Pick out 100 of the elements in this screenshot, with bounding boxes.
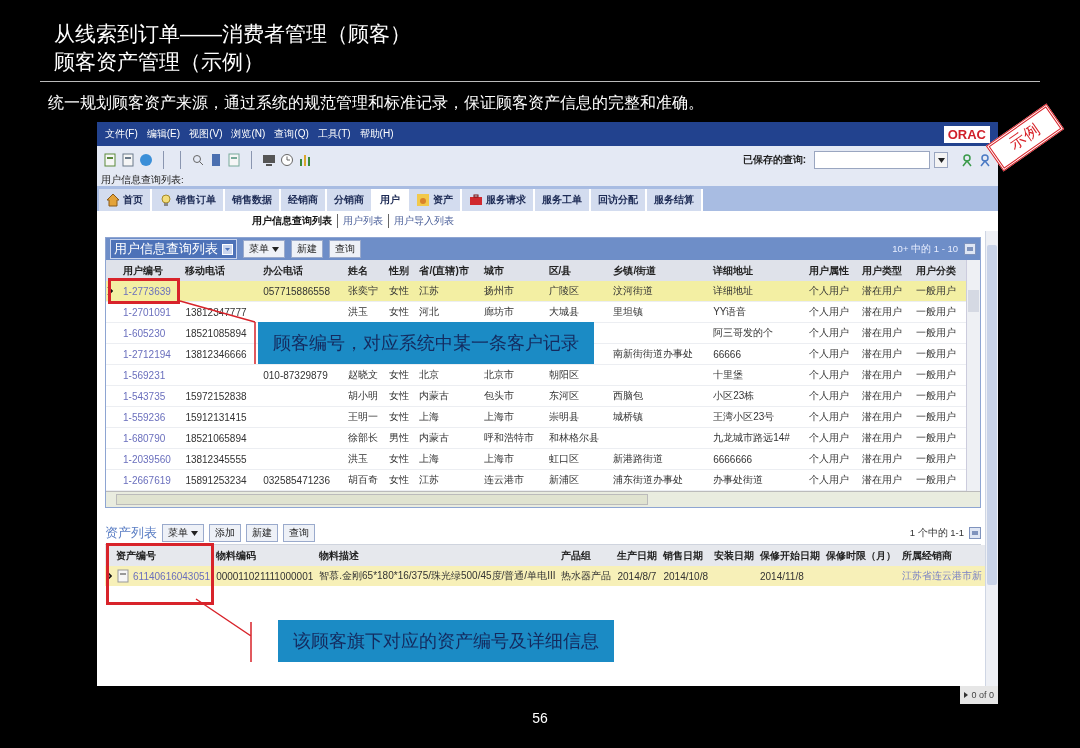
- toolbar-button[interactable]: 查询: [329, 240, 361, 258]
- globe-icon[interactable]: [139, 153, 153, 167]
- table-row[interactable]: 1-543735 15972152838 胡小明 女性 内蒙古 包头市 东河区 西脑包 小区23栋 个人用户 潜在用户 一般用户: [106, 385, 966, 407]
- column-header[interactable]: 所属经销商: [899, 545, 985, 566]
- horizontal-scrollbar[interactable]: [106, 491, 980, 507]
- person-icon[interactable]: [960, 153, 974, 167]
- record-link[interactable]: 1-2701091: [123, 306, 171, 318]
- menu-item[interactable]: 浏览(N): [231, 127, 266, 141]
- menu-item[interactable]: 编辑(E): [146, 127, 181, 141]
- dropdown-button[interactable]: [934, 152, 948, 168]
- view-link[interactable]: 用户导入列表: [388, 214, 459, 228]
- toolbar-button[interactable]: 查询: [283, 524, 315, 542]
- column-header[interactable]: 产品组: [558, 545, 615, 566]
- menu-button[interactable]: 菜单: [162, 524, 204, 542]
- column-header[interactable]: 办公电话: [260, 260, 345, 281]
- column-header[interactable]: 安装日期: [711, 545, 757, 566]
- record-link[interactable]: 1-2773639: [123, 285, 171, 297]
- dropdown-icon[interactable]: [222, 243, 233, 255]
- pager[interactable]: 0 of 0: [960, 686, 998, 704]
- tab[interactable]: 销售订单: [152, 189, 225, 211]
- document-icon[interactable]: [227, 153, 241, 167]
- column-header[interactable]: 移动电话: [182, 260, 261, 281]
- table-cell: 15891253234: [182, 469, 261, 491]
- export-icon[interactable]: [964, 243, 976, 255]
- column-header[interactable]: 保修时限（月）: [823, 545, 899, 566]
- record-link[interactable]: 1-2712194: [123, 348, 171, 360]
- table-row[interactable]: 1-559236 15912131415 王明一 女性 上海 上海市 崇明县 城桥镇 王湾小区23号 个人用户 潜在用户 一般用户: [106, 406, 966, 428]
- record-link[interactable]: 1-2667619: [123, 474, 171, 486]
- tab[interactable]: 资产: [409, 189, 462, 211]
- record-link[interactable]: 1-569231: [123, 369, 166, 381]
- table-cell: 潜在用户: [859, 406, 913, 428]
- toolbar-button[interactable]: 添加: [209, 524, 241, 542]
- person-icon[interactable]: [978, 153, 992, 167]
- bar-chart-icon[interactable]: [298, 153, 312, 167]
- table-cell: 河北: [416, 301, 481, 323]
- table-cell: 十里堡: [710, 364, 806, 386]
- record-link[interactable]: 1-2039560: [123, 453, 171, 465]
- column-header[interactable]: 城市: [480, 260, 546, 281]
- column-header[interactable]: 用户分类: [912, 260, 966, 281]
- table-cell: 个人用户: [805, 427, 860, 449]
- list-title[interactable]: 资产列表: [105, 524, 157, 542]
- menu-item[interactable]: 文件(F): [105, 127, 138, 141]
- column-header[interactable]: 用户属性: [805, 260, 860, 281]
- record-link[interactable]: 1-605230: [123, 327, 166, 339]
- record-link[interactable]: 1-543735: [123, 390, 166, 402]
- tab[interactable]: 服务结算: [647, 189, 703, 211]
- table-cell: 热水器产品: [558, 566, 615, 586]
- list-title[interactable]: 用户信息查询列表: [110, 239, 237, 259]
- menu-item[interactable]: 工具(T): [317, 127, 351, 141]
- tab[interactable]: 用户: [373, 189, 409, 211]
- document-icon[interactable]: [103, 153, 117, 167]
- tab[interactable]: 服务工单: [535, 189, 591, 211]
- menu-item[interactable]: 查询(Q): [274, 127, 309, 141]
- column-header[interactable]: 保修开始日期: [757, 545, 823, 566]
- menu-button[interactable]: 菜单: [243, 240, 285, 258]
- column-header[interactable]: 性别: [386, 260, 417, 281]
- column-header[interactable]: 详细地址: [710, 260, 806, 281]
- view-link[interactable]: 用户列表: [337, 214, 388, 228]
- tab[interactable]: 服务请求: [462, 189, 535, 211]
- export-icon[interactable]: [969, 527, 981, 539]
- toolbar-button[interactable]: 新建: [291, 240, 323, 258]
- menu-item[interactable]: 帮助(H): [359, 127, 394, 141]
- record-link[interactable]: 61140616043051: [133, 570, 211, 582]
- table-row[interactable]: 1-569231 010-87329879 赵晓文 女性 北京 北京市 朝阳区 十里堡 个人用户 潜在用户 一般用户: [106, 364, 966, 386]
- record-link[interactable]: 1-559236: [123, 411, 166, 423]
- toolbar-button[interactable]: 新建: [246, 524, 278, 542]
- column-header[interactable]: 物料描述: [316, 545, 559, 566]
- table-row[interactable]: 1-2039560 13812345555 洪玉 女性 上海 上海市 虹口区 新港路街道 6666666 个人用户 潜在用户 一般用户: [106, 448, 966, 470]
- table-cell: 阿三哥发的个: [710, 322, 806, 344]
- column-header[interactable]: 销售日期: [660, 545, 711, 566]
- column-header[interactable]: 用户类型: [859, 260, 913, 281]
- document-icon[interactable]: [121, 153, 135, 167]
- table-cell: 呼和浩特市: [480, 427, 546, 449]
- column-header[interactable]: 物料编码: [213, 545, 317, 566]
- tab[interactable]: 经销商: [281, 189, 327, 211]
- caret-icon: [937, 157, 945, 163]
- magnifier-icon[interactable]: [191, 153, 205, 167]
- table-cell: 内蒙古: [416, 427, 481, 449]
- tab[interactable]: 首页: [99, 189, 152, 211]
- tab[interactable]: 回访分配: [591, 189, 647, 211]
- table-row[interactable]: 1-2667619 15891253234 032585471236 胡百奇 女性 江苏 连云港市 新浦区 浦东街道办事处 办事处街道 个人用户 潜在用户 一般用户: [106, 469, 966, 491]
- table-row[interactable]: 1-680790 18521065894 徐部长 男性 内蒙古 呼和浩特市 和林格尔县 九龙城市路远14# 个人用户 潜在用户 一般用户: [106, 427, 966, 449]
- view-link[interactable]: 用户信息查询列表: [247, 214, 337, 228]
- record-link[interactable]: 1-680790: [123, 432, 166, 444]
- column-header[interactable]: 姓名: [344, 260, 387, 281]
- column-header[interactable]: 省/(直辖)市: [416, 260, 481, 281]
- tab[interactable]: 分销商: [327, 189, 373, 211]
- column-header[interactable]: 乡镇/街道: [610, 260, 711, 281]
- monitor-icon[interactable]: [262, 153, 276, 167]
- saved-query-field[interactable]: [814, 151, 930, 169]
- page-scrollbar[interactable]: [985, 231, 998, 686]
- vertical-scrollbar[interactable]: [966, 260, 980, 491]
- book-icon[interactable]: [209, 153, 223, 167]
- menu-item[interactable]: 视图(V): [189, 127, 223, 141]
- column-header[interactable]: 生产日期: [614, 545, 661, 566]
- tab[interactable]: 销售数据: [225, 189, 281, 211]
- row-selector[interactable]: [105, 566, 113, 586]
- table-row[interactable]: 1-2773639 057715886558 张奕宁 女性 江苏 扬州市 广陵区 汶河街道 详细地址 个人用户 潜在用户 一般用户: [106, 281, 966, 302]
- clock-icon[interactable]: [280, 153, 294, 167]
- column-header[interactable]: 区/县: [545, 260, 611, 281]
